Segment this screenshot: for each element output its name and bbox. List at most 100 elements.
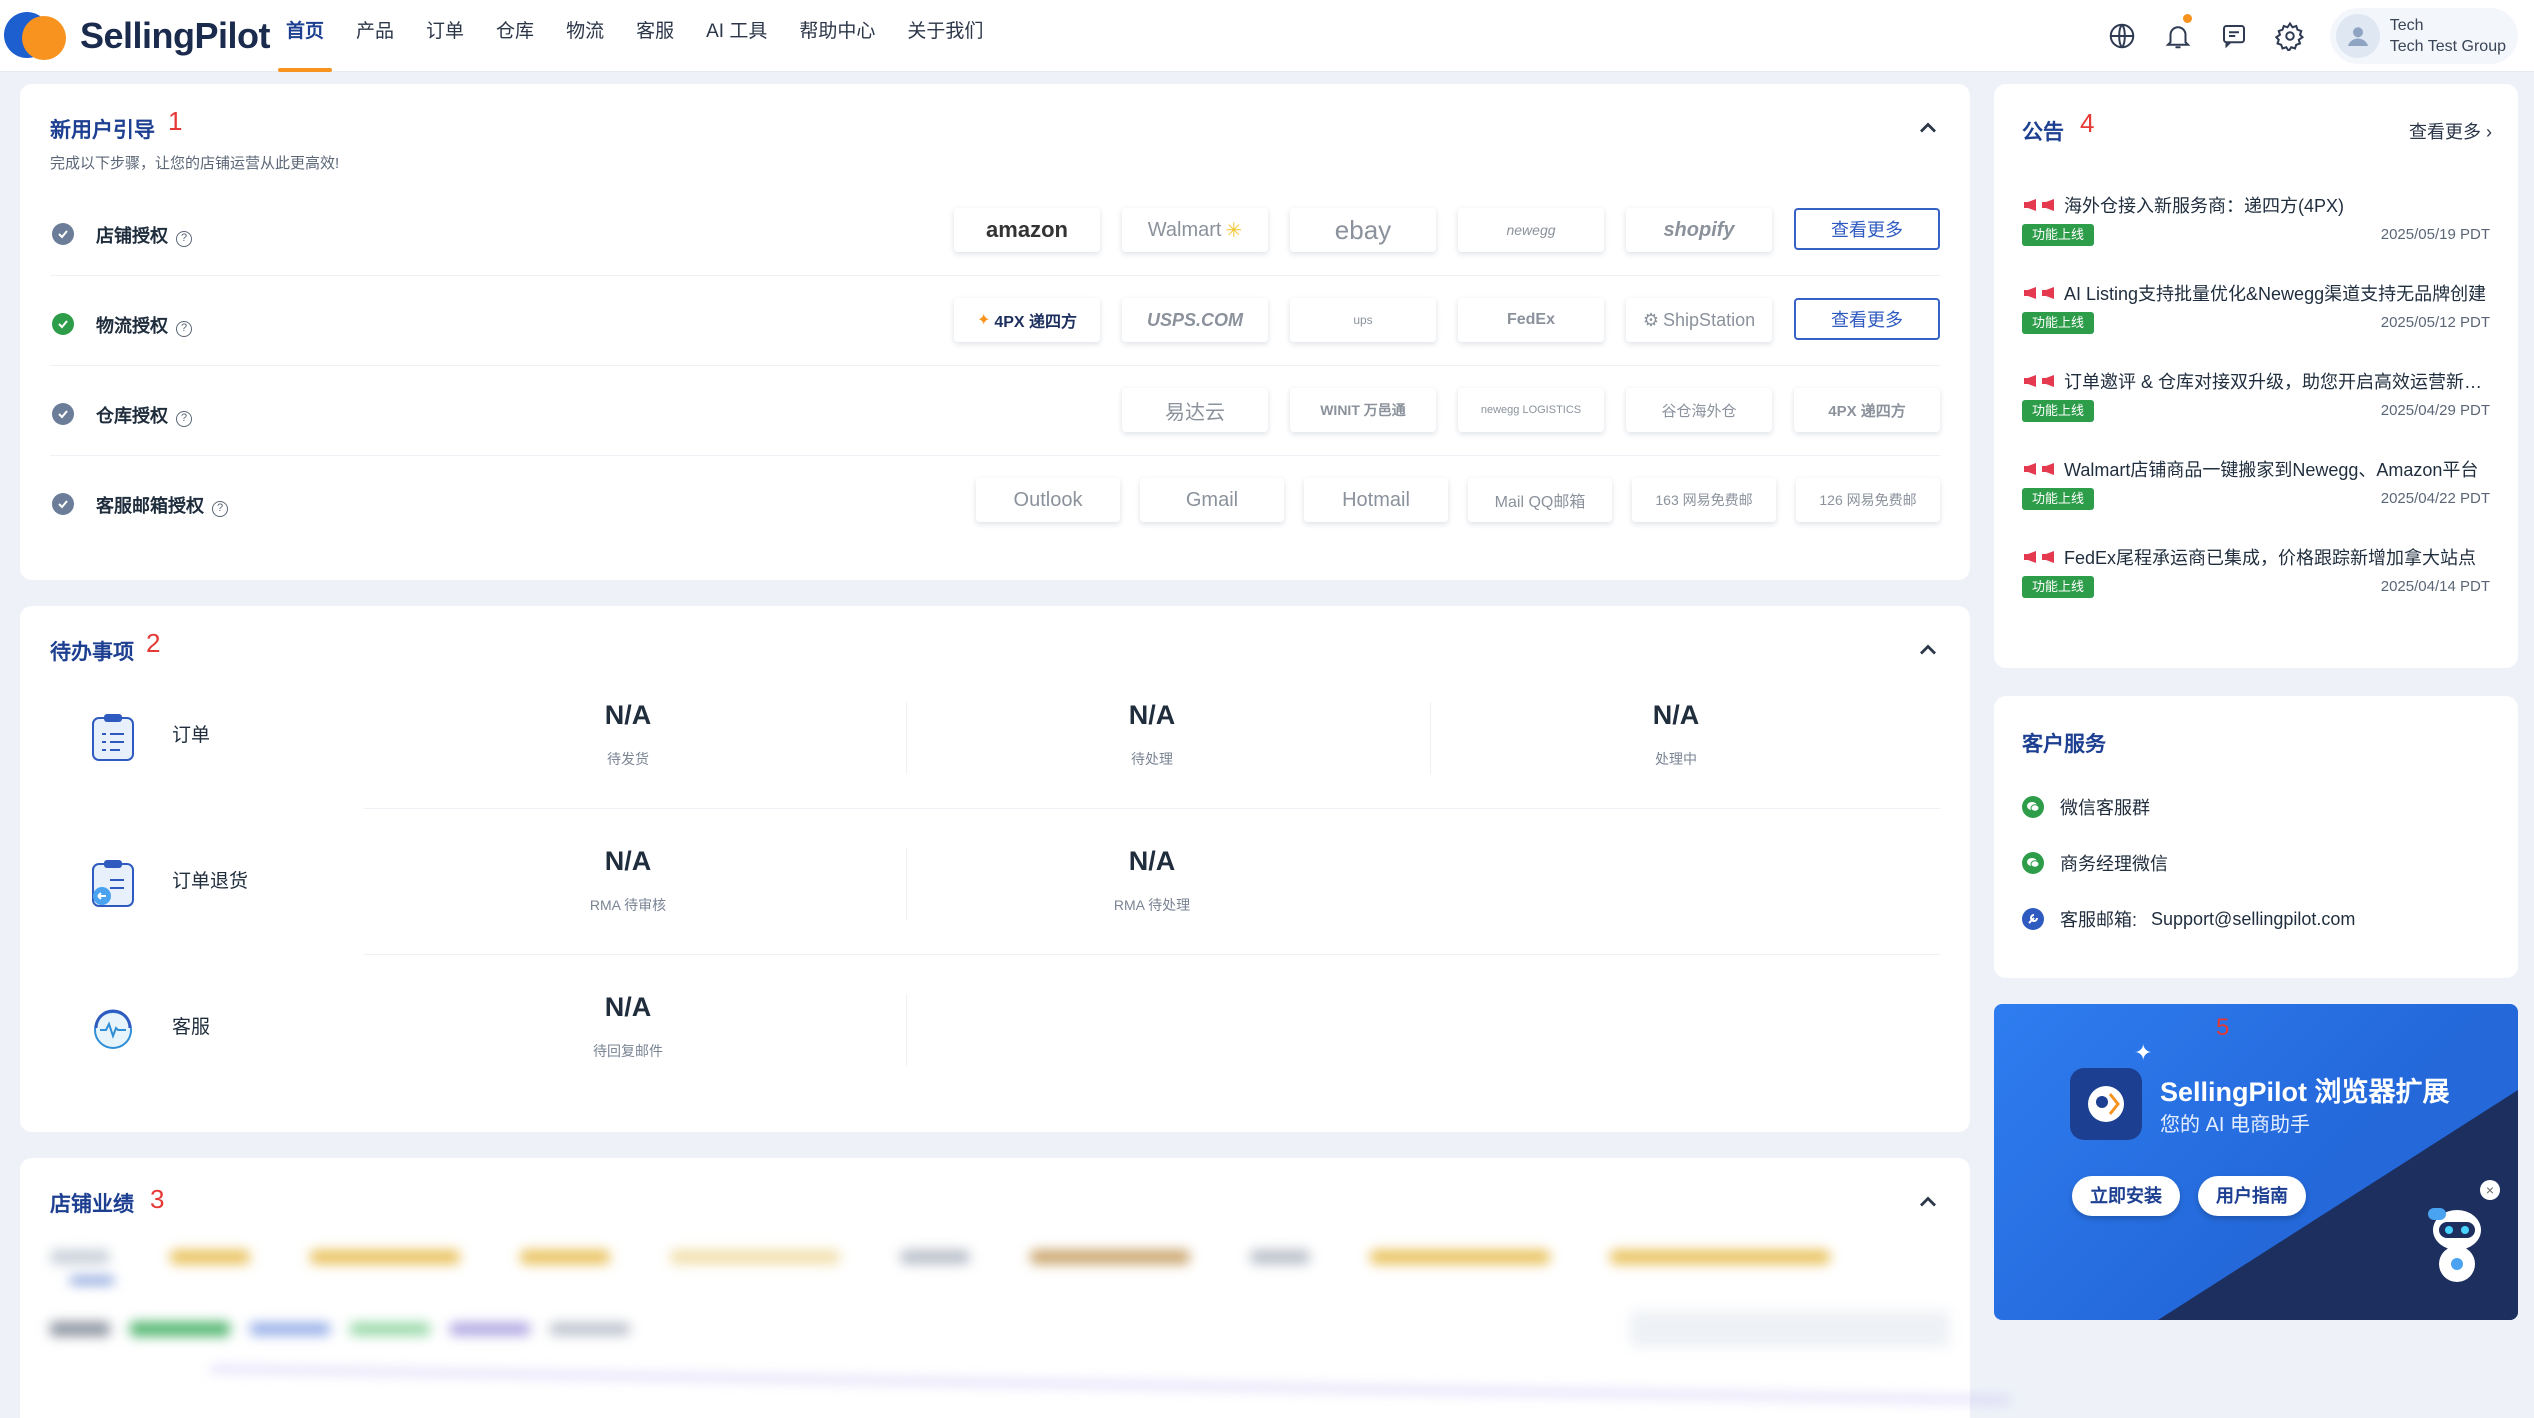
support-email-link[interactable]: 客服邮箱: Support@sellingpilot.com <box>2022 906 2355 932</box>
auth-row-store: 店铺授权? amazon Walmart ✳ ebay newegg shopif… <box>50 188 1940 276</box>
stat-label: RMA 待处理 <box>1113 897 1191 913</box>
help-icon[interactable]: ? <box>176 411 192 427</box>
shipstation-logo[interactable]: ⚙ ShipStation <box>1626 298 1772 342</box>
brand-name: SellingPilot <box>80 15 271 56</box>
notification-dot <box>2182 14 2192 23</box>
feature-tag: 功能上线 <box>2022 488 2095 510</box>
yidayun-logo[interactable]: 易达云 <box>1122 388 1268 432</box>
main-menu: 首页 产品 订单 仓库 物流 客服 AI 工具 帮助中心 关于我们 <box>270 0 999 72</box>
bell-icon[interactable] <box>2150 8 2206 64</box>
ups-logo[interactable]: ups <box>1290 298 1436 342</box>
nav-warehouse[interactable]: 仓库 <box>480 0 550 72</box>
help-icon[interactable]: ? <box>176 321 192 337</box>
todo-name: 客服 <box>172 1017 211 1038</box>
todo-row-service: 客服 N/A 待回复邮件 <box>50 974 1940 1120</box>
163-logo[interactable]: 163 网易免费邮 <box>1632 478 1776 522</box>
service-label: 客服邮箱: <box>2060 910 2138 930</box>
amazon-logo[interactable]: amazon <box>954 208 1100 252</box>
feature-tag: 功能上线 <box>2022 224 2095 246</box>
stat-rma-review[interactable]: N/A RMA 待审核 <box>366 846 890 920</box>
robot-mascot-icon <box>2422 1200 2492 1290</box>
warehouse-logos: 易达云 WINIT 万邑通 newegg LOGISTICS 谷仓海外仓 4PX… <box>1122 388 1940 432</box>
nav-ai-tools[interactable]: AI 工具 <box>690 0 783 72</box>
chevron-up-icon[interactable] <box>1914 636 1942 664</box>
logistics-see-more-button[interactable]: 查看更多 <box>1794 298 1940 340</box>
outlook-logo[interactable]: Outlook <box>976 478 1120 522</box>
chevron-right-icon: › <box>2486 122 2492 142</box>
close-icon[interactable]: × <box>2480 1180 2500 1200</box>
help-icon[interactable]: ? <box>176 231 192 247</box>
nav-home[interactable]: 首页 <box>270 0 340 72</box>
winit-logo[interactable]: WINIT 万邑通 <box>1290 388 1436 432</box>
nav-about[interactable]: 关于我们 <box>891 0 999 72</box>
user-menu[interactable]: Tech Tech Test Group <box>2329 8 2518 64</box>
announcement-text: 订单邀评 & 仓库对接双升级，助您开启高效运营新篇章 <box>2022 368 2492 394</box>
header-actions: Tech Tech Test Group <box>2094 8 2518 64</box>
announcement-text: 海外仓接入新服务商：递四方(4PX) <box>2022 192 2492 218</box>
newegg-logo[interactable]: newegg <box>1458 208 1604 252</box>
shopify-logo[interactable]: shopify <box>1626 208 1772 252</box>
announcement-item[interactable]: 订单邀评 & 仓库对接双升级，助您开启高效运营新篇章 功能上线 2025/04/… <box>2022 368 2492 456</box>
stat-pending-process[interactable]: N/A 待处理 <box>890 700 1414 774</box>
announcement-see-more-link[interactable]: 查看更多 › <box>2409 118 2492 144</box>
stat-value: N/A <box>1652 700 1700 730</box>
nav-service[interactable]: 客服 <box>620 0 690 72</box>
announcement-title: 公告 <box>2022 121 2064 144</box>
usps-logo[interactable]: USPS.COM <box>1122 298 1268 342</box>
install-button[interactable]: 立即安装 <box>2072 1176 2180 1216</box>
fedex-logo[interactable]: FedEx <box>1458 298 1604 342</box>
stat-value: N/A <box>604 846 652 876</box>
announcement-item[interactable]: Walmart店铺商品一键搬家到Newegg、Amazon平台 功能上线 202… <box>2022 456 2490 544</box>
wechat-icon <box>2022 852 2044 874</box>
store-see-more-button[interactable]: 查看更多 <box>1794 208 1940 250</box>
divider <box>364 954 1940 955</box>
nav-help[interactable]: 帮助中心 <box>783 0 891 72</box>
stat-pending-reply[interactable]: N/A 待回复邮件 <box>366 992 890 1066</box>
megaphone-icon <box>2022 460 2058 475</box>
todo-marker: 2 <box>146 628 161 658</box>
stat-pending-ship[interactable]: N/A 待发货 <box>366 700 890 774</box>
brand-logo[interactable]: SellingPilot <box>4 6 271 66</box>
help-icon[interactable]: ? <box>212 501 228 517</box>
announcement-text: Walmart店铺商品一键搬家到Newegg、Amazon平台 <box>2022 456 2492 482</box>
walmart-logo[interactable]: Walmart ✳ <box>1122 208 1268 252</box>
chevron-up-icon[interactable] <box>1914 1188 1942 1216</box>
nav-orders[interactable]: 订单 <box>410 0 480 72</box>
promo-subtitle: 您的 AI 电商助手 <box>2160 1114 2311 1136</box>
stat-value: N/A <box>1128 846 1176 876</box>
qqmail-logo[interactable]: Mail QQ邮箱 <box>1468 478 1612 522</box>
announcement-item[interactable]: AI Listing支持批量优化&Newegg渠道支持无品牌创建 功能上线 20… <box>2022 280 2490 368</box>
wrench-icon <box>2022 908 2044 930</box>
guide-title: 新用户引导 <box>50 119 155 142</box>
goodcang-logo[interactable]: 谷仓海外仓 <box>1626 388 1772 432</box>
gear-icon[interactable] <box>2262 8 2318 64</box>
chat-icon[interactable] <box>2206 8 2262 64</box>
4px-warehouse-logo[interactable]: 4PX 递四方 <box>1794 388 1940 432</box>
chevron-up-icon[interactable] <box>1914 114 1942 142</box>
nav-products[interactable]: 产品 <box>340 0 410 72</box>
auth-row-warehouse: 仓库授权? 易达云 WINIT 万邑通 newegg LOGISTICS 谷仓海… <box>50 368 1940 456</box>
stat-label: 待发货 <box>607 751 649 767</box>
4px-logo[interactable]: ✦ 4PX 递四方 <box>954 298 1100 342</box>
auth-label: 客服邮箱授权? <box>96 492 228 518</box>
stat-rma-process[interactable]: N/A RMA 待处理 <box>890 846 1414 920</box>
globe-icon[interactable] <box>2094 8 2150 64</box>
support-email[interactable]: Support@sellingpilot.com <box>2151 909 2355 930</box>
126-logo[interactable]: 126 网易免费邮 <box>1796 478 1940 522</box>
nav-logistics[interactable]: 物流 <box>550 0 620 72</box>
divider <box>906 994 907 1066</box>
ebay-logo[interactable]: ebay <box>1290 208 1436 252</box>
announcement-item[interactable]: 海外仓接入新服务商：递四方(4PX) 功能上线 2025/05/19 PDT <box>2022 192 2490 280</box>
gmail-logo[interactable]: Gmail <box>1140 478 1284 522</box>
announcement-item[interactable]: FedEx尾程承运商已集成，价格跟踪新增加拿大站点 功能上线 2025/04/1… <box>2022 544 2490 632</box>
manager-wechat-link[interactable]: 商务经理微信 <box>2022 850 2168 876</box>
hotmail-logo[interactable]: Hotmail <box>1304 478 1448 522</box>
announcement-date: 2025/04/22 PDT <box>2380 490 2490 507</box>
announcement-date: 2025/05/19 PDT <box>2380 226 2490 243</box>
user-guide-button[interactable]: 用户指南 <box>2198 1176 2306 1216</box>
stat-label: RMA 待审核 <box>589 897 667 913</box>
customer-service-card: 客户服务 微信客服群 商务经理微信 客服邮箱: Support@sellingp… <box>1994 696 2518 978</box>
newegg-logistics-logo[interactable]: newegg LOGISTICS <box>1458 388 1604 432</box>
wechat-group-link[interactable]: 微信客服群 <box>2022 794 2150 820</box>
stat-processing[interactable]: N/A 处理中 <box>1414 700 1938 774</box>
